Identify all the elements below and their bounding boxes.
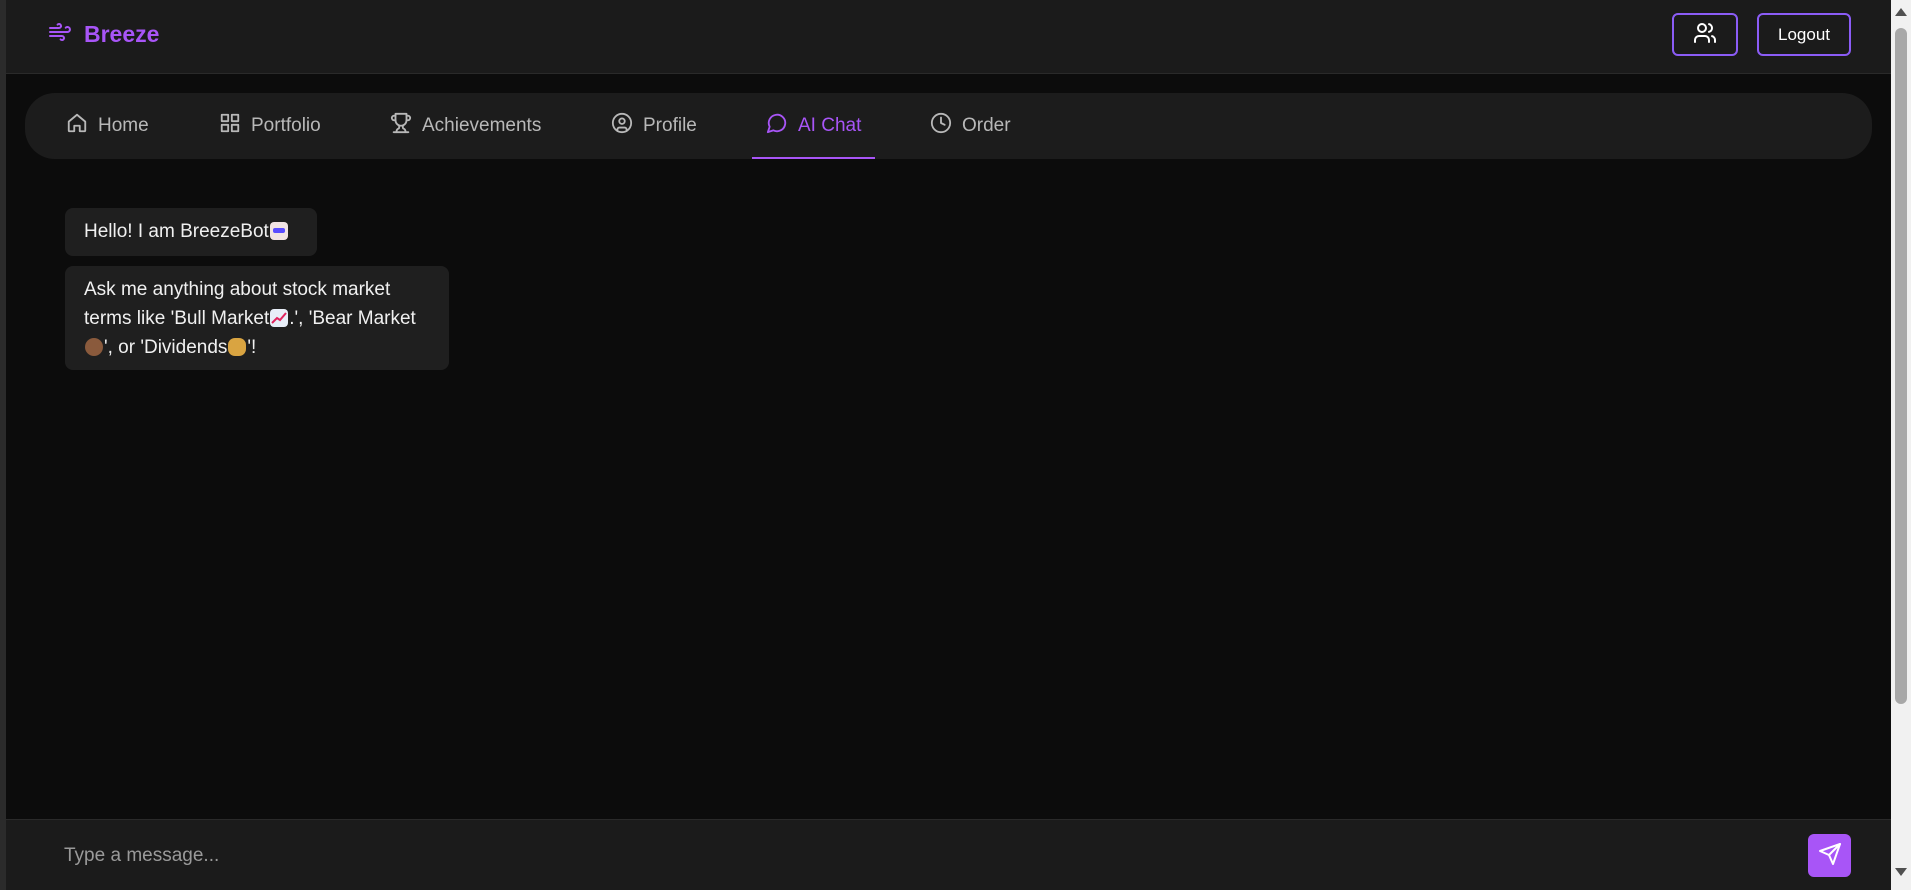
scroll-down-arrow[interactable]	[1895, 868, 1907, 876]
send-icon	[1818, 842, 1842, 869]
active-tab-indicator	[752, 157, 876, 159]
users-button[interactable]	[1672, 13, 1738, 56]
nav-label: Home	[98, 115, 149, 136]
brand-logo[interactable]: Breeze	[46, 20, 159, 49]
message-line: Ask me anything about stock market	[84, 279, 391, 300]
brand-name: Breeze	[84, 21, 160, 47]
clock-icon	[930, 112, 952, 140]
main-nav: Home Portfolio Achievements Profile AI C…	[25, 93, 1872, 159]
chat-message-bot: Ask me anything about stock market terms…	[65, 266, 449, 370]
top-bar: Breeze Logout	[6, 0, 1891, 74]
money-bag-emoji	[228, 338, 247, 356]
scroll-up-arrow[interactable]	[1895, 8, 1907, 16]
user-circle-icon	[611, 112, 633, 140]
page-scrollbar[interactable]	[1891, 0, 1911, 890]
grid-icon	[219, 112, 241, 140]
logout-button[interactable]: Logout	[1757, 13, 1851, 56]
message-input[interactable]	[64, 838, 1784, 874]
nav-item-order[interactable]: Order	[930, 93, 1011, 159]
nav-label: Achievements	[422, 115, 542, 136]
message-text: Hello! I am BreezeBot	[84, 221, 269, 242]
message-line: terms like 'Bull Market .', 'Bear Market	[84, 308, 416, 329]
nav-label: AI Chat	[798, 115, 862, 136]
nav-item-achievements[interactable]: Achievements	[390, 93, 541, 159]
bear-emoji	[85, 338, 103, 356]
nav-item-ai-chat[interactable]: AI Chat	[752, 93, 876, 159]
wind-icon	[46, 20, 74, 49]
message-line: ', or 'Dividends '!	[84, 333, 430, 362]
nav-label: Portfolio	[251, 115, 321, 136]
nav-item-profile[interactable]: Profile	[611, 93, 697, 159]
message-circle-icon	[766, 112, 788, 140]
app-window: Breeze Logout Home Portfolio Achievement…	[6, 0, 1891, 890]
nav-label: Order	[962, 115, 1011, 136]
chart-increasing-emoji	[270, 309, 289, 327]
send-button[interactable]	[1808, 834, 1851, 877]
trophy-icon	[390, 112, 412, 140]
nav-label: Profile	[643, 115, 697, 136]
robot-emoji	[269, 222, 288, 240]
home-icon	[66, 112, 88, 140]
message-composer	[6, 819, 1891, 890]
nav-item-home[interactable]: Home	[66, 93, 149, 159]
nav-item-portfolio[interactable]: Portfolio	[219, 93, 321, 159]
chat-message-bot: Hello! I am BreezeBot	[65, 208, 317, 256]
users-icon	[1693, 21, 1717, 48]
scrollbar-thumb[interactable]	[1895, 28, 1907, 704]
